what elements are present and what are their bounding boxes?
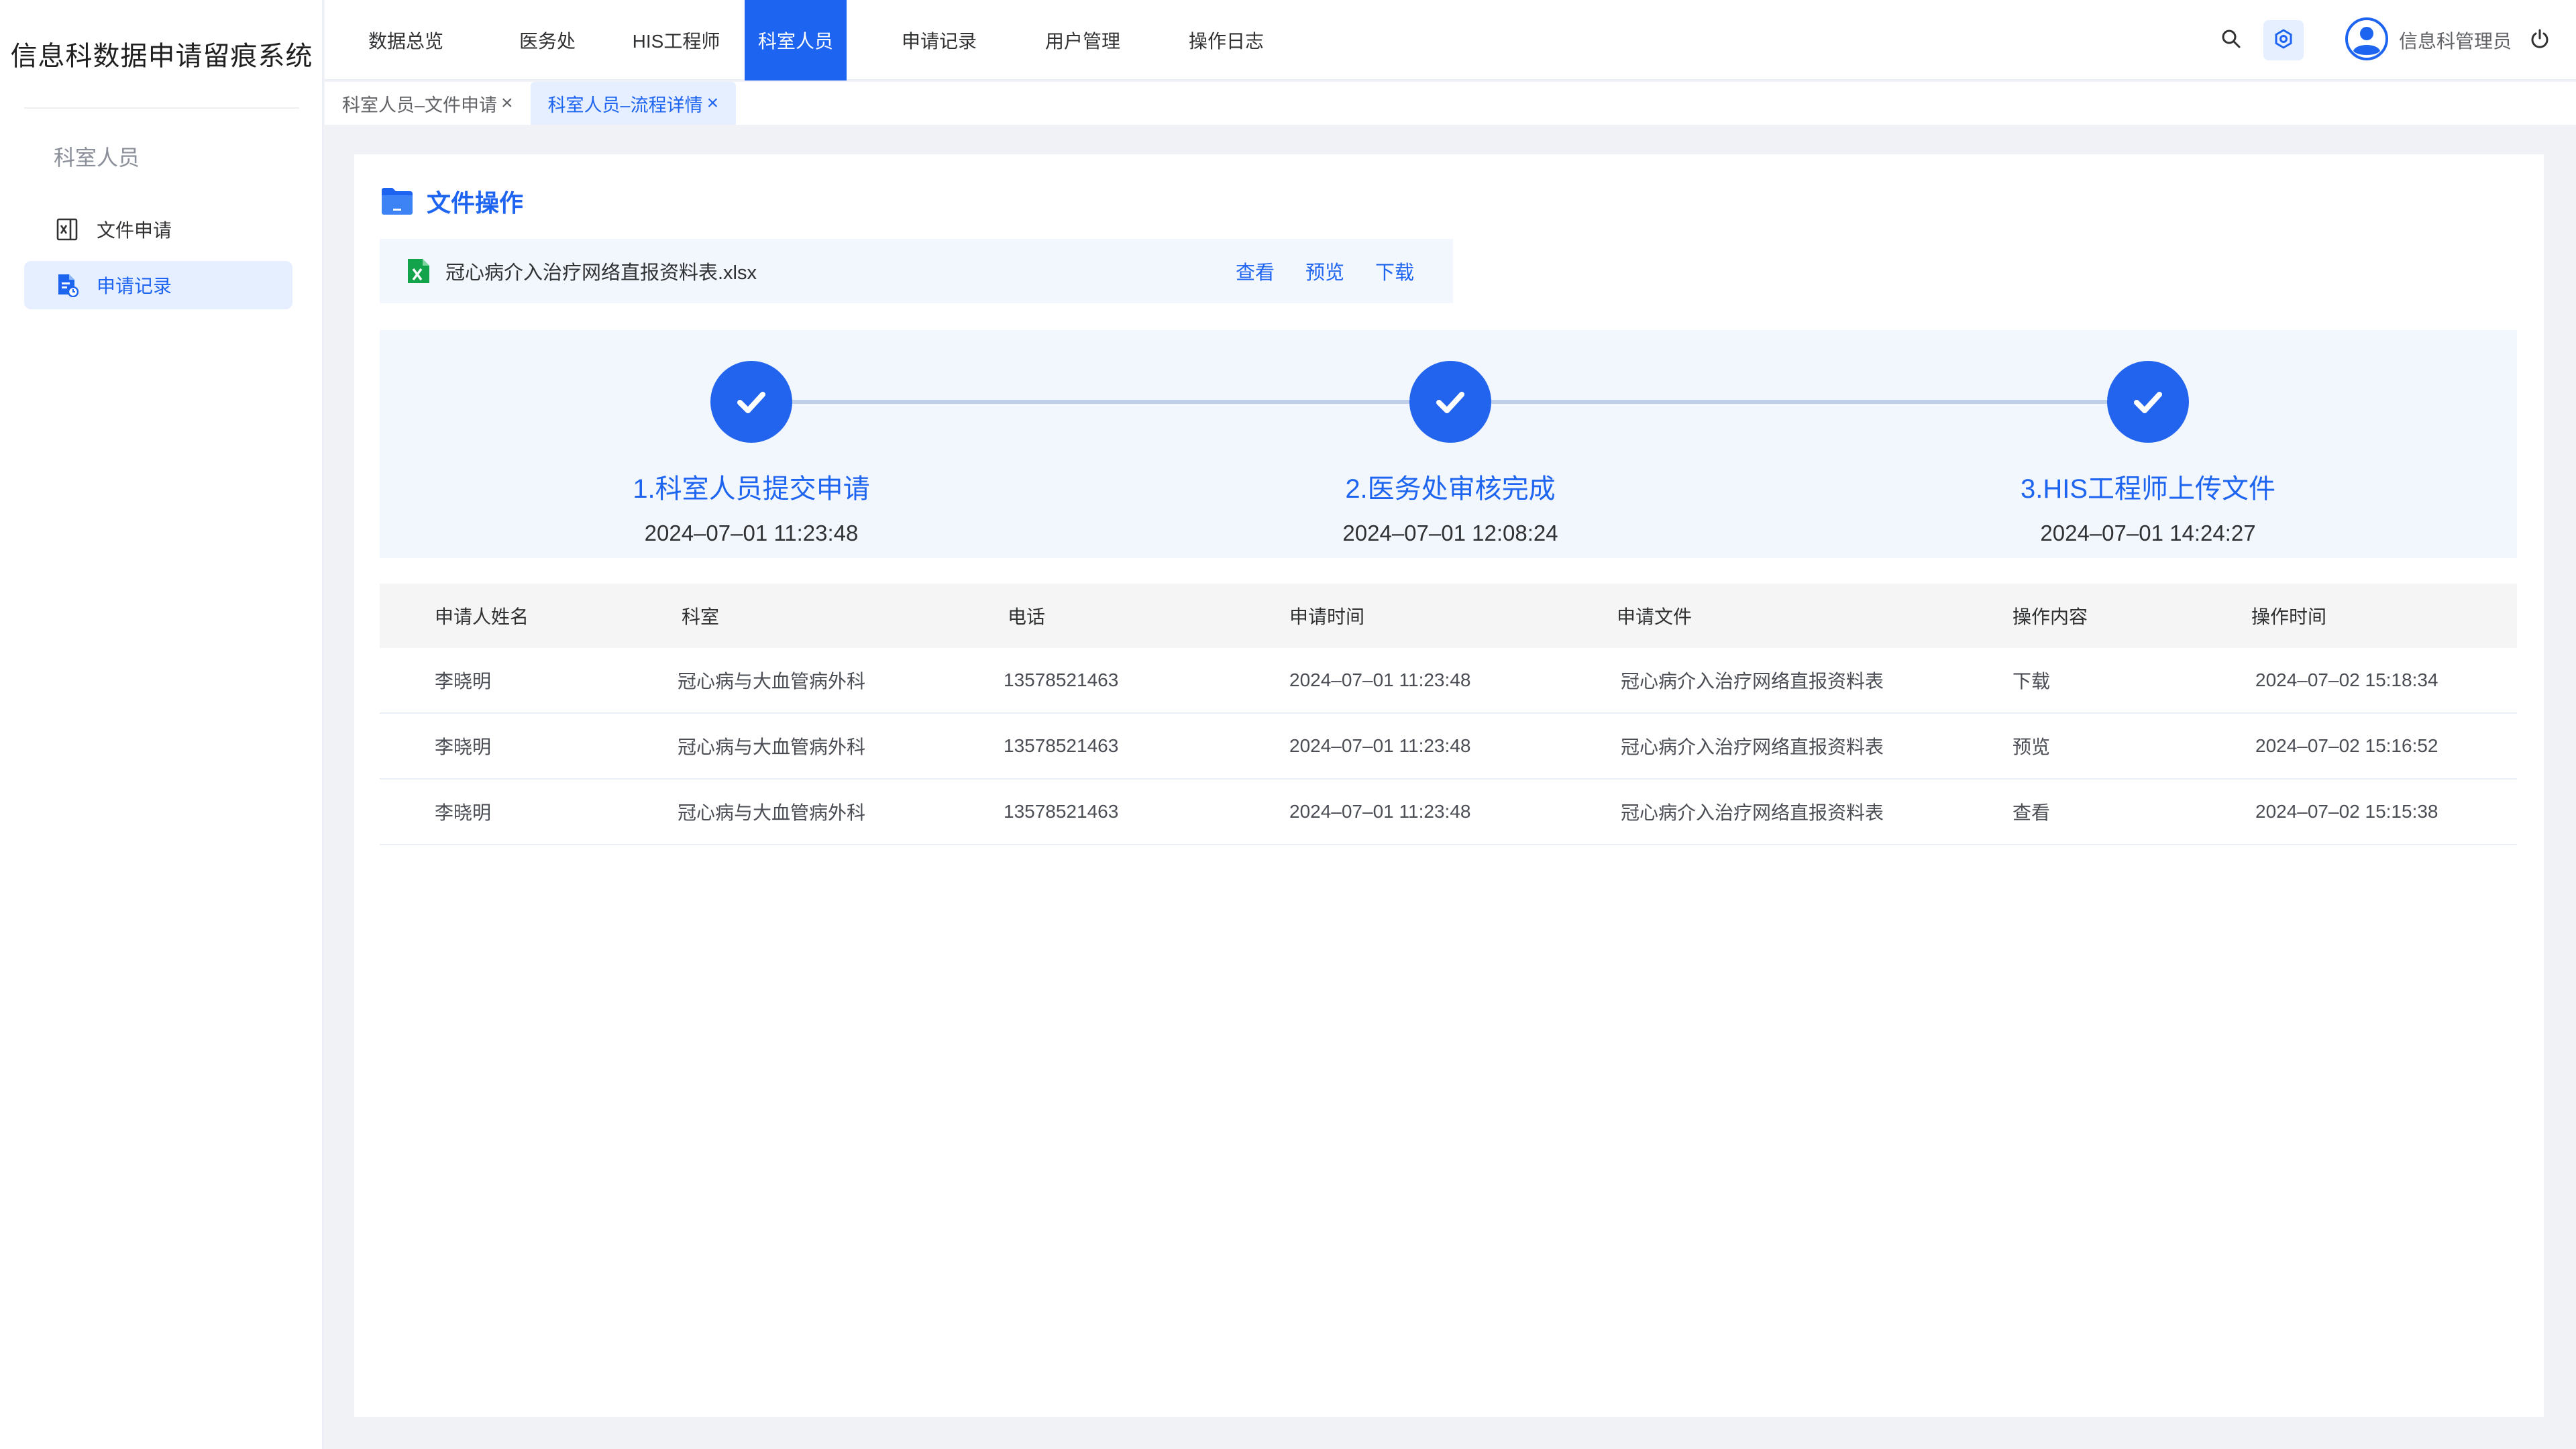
applicant-name: 李晓明: [435, 671, 492, 692]
sidebar-divider: [24, 107, 299, 109]
document-record-icon: [55, 273, 79, 297]
top-header: 数据总览 医务处 HIS工程师 科室人员 申请记录 用户管理 操作日志 信息科管…: [325, 0, 2576, 80]
step-check-circle: [2107, 361, 2189, 443]
nav-item-overview[interactable]: 数据总览: [325, 0, 487, 80]
column-header: 申请文件: [1617, 606, 1693, 627]
download-button[interactable]: 下载: [1375, 257, 1414, 285]
sidebar: 信息科数据申请留痕系统 科室人员 文件申请 申请记录: [0, 0, 323, 1449]
power-icon: [2529, 28, 2551, 53]
apply-file: 冠心病介入治疗网络直报资料表: [1621, 737, 1884, 757]
nav-item-user-management[interactable]: 用户管理: [1032, 0, 1134, 80]
apply-file: 冠心病介入治疗网络直报资料表: [1621, 671, 1884, 692]
check-icon: [2134, 392, 2162, 413]
nav-item-apply-records[interactable]: 申请记录: [847, 0, 1032, 80]
step-label: 1.科室人员提交申请: [633, 474, 870, 504]
step-label: 2.医务处审核完成: [1345, 474, 1556, 504]
phone: 13578521463: [1004, 801, 1119, 822]
step-1: 1.科室人员提交申请 2024–07–01 11:23:48: [550, 361, 953, 546]
top-nav: 数据总览 医务处 HIS工程师 科室人员 申请记录 用户管理 操作日志: [325, 0, 1319, 80]
user-name: 信息科管理员: [2399, 31, 2512, 52]
gear-icon: [2273, 28, 2294, 53]
step-label: 3.HIS工程师上传文件: [2020, 474, 2276, 504]
operation: 查看: [2012, 802, 2051, 823]
main-card: 文件操作 冠心病介入治疗网络直报资料表.xlsx 查看 预览 下载 1.科室人员…: [354, 154, 2544, 1417]
apply-time: 2024–07–01 11:23:48: [1289, 669, 1471, 690]
table-row: 李晓明 冠心病与大血管病外科 13578521463 2024–07–01 11…: [380, 648, 2517, 714]
tab-label: 科室人员–流程详情: [547, 95, 703, 115]
table-header: 申请人姓名 科室 电话 申请时间 申请文件 操作内容 操作时间: [380, 584, 2517, 648]
phone: 13578521463: [1004, 669, 1119, 690]
user-menu[interactable]: 信息科管理员: [2344, 16, 2512, 64]
applicant-name: 李晓明: [435, 737, 492, 757]
section-title-text: 文件操作: [427, 189, 524, 217]
nav-item-operation-log[interactable]: 操作日志: [1134, 0, 1319, 80]
process-steps: 1.科室人员提交申请 2024–07–01 11:23:48 2.医务处审核完成…: [380, 330, 2517, 558]
apply-time: 2024–07–01 11:23:48: [1289, 735, 1471, 756]
phone: 13578521463: [1004, 735, 1119, 756]
column-header: 操作时间: [2251, 606, 2327, 627]
settings-button[interactable]: [2263, 20, 2304, 60]
operation-time: 2024–07–02 15:15:38: [2255, 801, 2438, 822]
avatar: [2344, 16, 2390, 65]
apply-time: 2024–07–01 11:23:48: [1289, 801, 1471, 822]
department: 冠心病与大血管病外科: [678, 737, 866, 757]
folder-icon: [380, 184, 415, 219]
operation: 下载: [2012, 671, 2051, 692]
applicant-name: 李晓明: [435, 802, 492, 823]
records-table: 申请人姓名 科室 电话 申请时间 申请文件 操作内容 操作时间 李晓明 冠心病与…: [380, 584, 2517, 845]
tab-label: 科室人员–文件申请: [342, 95, 498, 115]
column-header: 操作内容: [2012, 606, 2088, 627]
app-title: 信息科数据申请留痕系统: [10, 42, 313, 71]
operation-time: 2024–07–02 15:18:34: [2255, 669, 2438, 690]
view-button[interactable]: 查看: [1236, 257, 1275, 285]
search-icon: [2220, 28, 2242, 53]
tab-process-detail[interactable]: 科室人员–流程详情 ×: [530, 82, 737, 125]
nav-item-medical-office[interactable]: 医务处: [487, 0, 608, 80]
check-icon: [1436, 392, 1464, 413]
excel-file-icon: [55, 217, 79, 241]
close-icon[interactable]: ×: [707, 92, 719, 115]
operation-time: 2024–07–02 15:16:52: [2255, 735, 2438, 756]
file-name: 冠心病介入治疗网络直报资料表.xlsx: [445, 262, 757, 284]
column-header: 申请人姓名: [435, 606, 529, 627]
step-3: 3.HIS工程师上传文件 2024–07–01 14:24:27: [1947, 361, 2349, 546]
step-check-circle: [710, 361, 792, 443]
column-header: 电话: [1008, 606, 1046, 627]
sidebar-item-label: 文件申请: [97, 220, 172, 241]
step-time: 2024–07–01 14:24:27: [2040, 521, 2256, 545]
sidebar-item-label: 申请记录: [97, 276, 172, 297]
excel-file-icon: [407, 258, 431, 284]
sidebar-item-apply-record[interactable]: 申请记录: [24, 261, 292, 309]
file-row: 冠心病介入治疗网络直报资料表.xlsx 查看 预览 下载: [380, 239, 1453, 303]
step-time: 2024–07–01 11:23:48: [644, 521, 859, 545]
app-root: 信息科数据申请留痕系统 科室人员 文件申请 申请记录 数据总览 医务处 HIS工…: [0, 0, 2576, 1449]
column-header: 申请时间: [1289, 606, 1365, 627]
logout-button[interactable]: [2520, 20, 2560, 60]
column-header: 科室: [682, 606, 720, 627]
search-button[interactable]: [2211, 20, 2251, 60]
table-row: 李晓明 冠心病与大血管病外科 13578521463 2024–07–01 11…: [380, 714, 2517, 780]
page-tabs: 科室人员–文件申请 × 科室人员–流程详情 ×: [325, 82, 2576, 125]
nav-item-his-engineer[interactable]: HIS工程师: [608, 0, 745, 80]
department: 冠心病与大血管病外科: [678, 671, 866, 692]
file-actions: 查看 预览 下载: [1236, 239, 1414, 303]
nav-item-department-staff[interactable]: 科室人员: [745, 0, 847, 80]
operation: 预览: [2012, 737, 2051, 757]
step-check-circle: [1409, 361, 1491, 443]
tab-file-apply[interactable]: 科室人员–文件申请 ×: [325, 82, 531, 125]
step-2: 2.医务处审核完成 2024–07–01 12:08:24: [1249, 361, 1652, 546]
section-title: 文件操作: [380, 181, 523, 221]
sidebar-section-title: 科室人员: [54, 146, 140, 170]
department: 冠心病与大血管病外科: [678, 802, 866, 823]
sidebar-item-file-apply[interactable]: 文件申请: [24, 205, 292, 254]
preview-button[interactable]: 预览: [1305, 257, 1344, 285]
table-row: 李晓明 冠心病与大血管病外科 13578521463 2024–07–01 11…: [380, 780, 2517, 845]
close-icon[interactable]: ×: [501, 92, 513, 115]
check-icon: [737, 392, 765, 413]
apply-file: 冠心病介入治疗网络直报资料表: [1621, 802, 1884, 823]
step-time: 2024–07–01 12:08:24: [1342, 521, 1558, 545]
